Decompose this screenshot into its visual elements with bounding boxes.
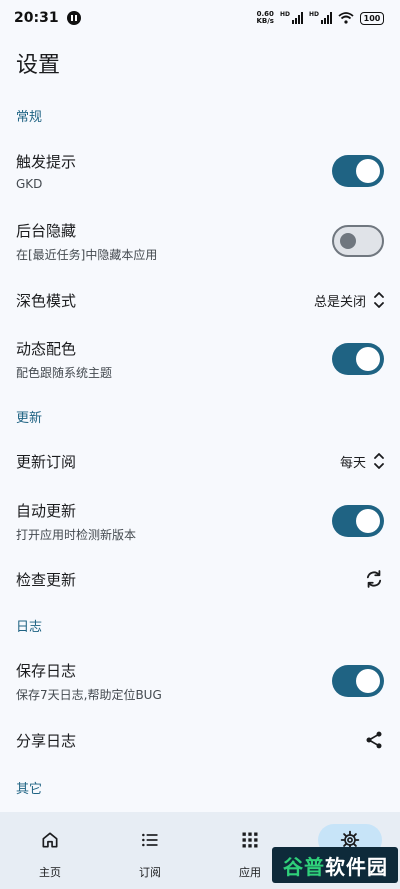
refresh-icon[interactable]	[364, 569, 384, 589]
signal-sim2-icon: HD	[309, 12, 332, 24]
setting-row-dynamic-color[interactable]: 动态配色 配色跟随系统主题	[0, 330, 400, 388]
nav-label: 订阅	[139, 866, 161, 879]
setting-title: 检查更新	[16, 570, 77, 589]
setting-title: 更新订阅	[16, 452, 77, 471]
dark-mode-value: 总是关闭	[313, 294, 366, 310]
watermark-char: 谷	[283, 854, 303, 879]
section-header-other: 其它	[16, 782, 43, 797]
setting-subtitle: GKD	[16, 177, 43, 191]
trigger-hint-toggle[interactable]	[332, 155, 384, 187]
unfold-icon	[374, 292, 384, 308]
save-log-toggle[interactable]	[332, 665, 384, 697]
unfold-icon	[374, 453, 384, 469]
watermark-char: 普	[304, 854, 324, 879]
wifi-icon	[338, 12, 354, 24]
status-bar: 20:31 0.60 KB/s HD HD 100	[0, 0, 400, 36]
setting-subtitle: 在[最近任务]中隐藏本应用	[16, 247, 158, 262]
section-header-general: 常规	[16, 110, 43, 125]
media-pause-icon	[66, 11, 81, 25]
battery-icon: 100	[360, 11, 384, 25]
nav-item-subscription[interactable]: 订阅	[100, 824, 200, 880]
hide-background-toggle[interactable]	[332, 225, 384, 257]
section-header-update: 更新	[16, 411, 43, 426]
hd-label: HD	[279, 11, 290, 18]
home-icon	[42, 832, 58, 848]
watermark-logo: 谷 普 软 件 园	[272, 847, 398, 883]
nav-label: 应用	[239, 866, 261, 879]
setting-title: 自动更新	[16, 501, 77, 520]
setting-row-save-log[interactable]: 保存日志 保存7天日志,帮助定位BUG	[0, 652, 400, 710]
dark-mode-select[interactable]: 总是关闭	[314, 291, 384, 310]
auto-update-toggle[interactable]	[332, 505, 384, 537]
setting-title: 动态配色	[16, 339, 77, 358]
setting-row-auto-update[interactable]: 自动更新 打开应用时检测新版本	[0, 492, 400, 550]
nav-item-home[interactable]: 主页	[0, 824, 100, 880]
setting-title: 后台隐藏	[16, 221, 77, 240]
update-subscription-select[interactable]: 每天	[340, 452, 384, 471]
watermark-char: 园	[367, 854, 387, 879]
setting-title: 深色模式	[16, 291, 77, 310]
status-time: 20:31	[14, 10, 59, 26]
setting-title: 保存日志	[16, 661, 77, 680]
setting-subtitle: 配色跟随系统主题	[16, 365, 113, 380]
setting-row-share-log[interactable]: 分享日志	[0, 722, 400, 758]
watermark-char: 件	[346, 854, 366, 879]
setting-row-dark-mode[interactable]: 深色模式 总是关闭	[0, 282, 400, 318]
section-header-log: 日志	[16, 620, 43, 635]
nav-label: 主页	[39, 866, 61, 879]
setting-subtitle: 打开应用时检测新版本	[16, 527, 137, 542]
signal-sim1-icon: HD	[280, 12, 303, 24]
watermark-char: 软	[325, 854, 345, 879]
apps-grid-icon	[242, 832, 258, 848]
setting-title: 触发提示	[16, 153, 77, 171]
setting-row-check-update[interactable]: 检查更新	[0, 561, 400, 597]
hd-label: HD	[308, 11, 319, 18]
setting-row-update-subscription[interactable]: 更新订阅 每天	[0, 443, 400, 479]
setting-title: 分享日志	[16, 731, 77, 750]
network-speed: 0.60 KB/s	[256, 11, 273, 25]
network-speed-unit: KB/s	[256, 17, 274, 25]
list-icon	[142, 833, 158, 847]
setting-row-trigger-hint[interactable]: 触发提示 GKD	[0, 142, 400, 200]
dynamic-color-toggle[interactable]	[332, 343, 384, 375]
setting-subtitle: 保存7天日志,帮助定位BUG	[16, 687, 162, 702]
setting-row-hide-background[interactable]: 后台隐藏 在[最近任务]中隐藏本应用	[0, 212, 400, 270]
share-icon[interactable]	[364, 730, 384, 750]
update-subscription-value: 每天	[339, 455, 366, 471]
page-title: 设置	[16, 53, 61, 78]
